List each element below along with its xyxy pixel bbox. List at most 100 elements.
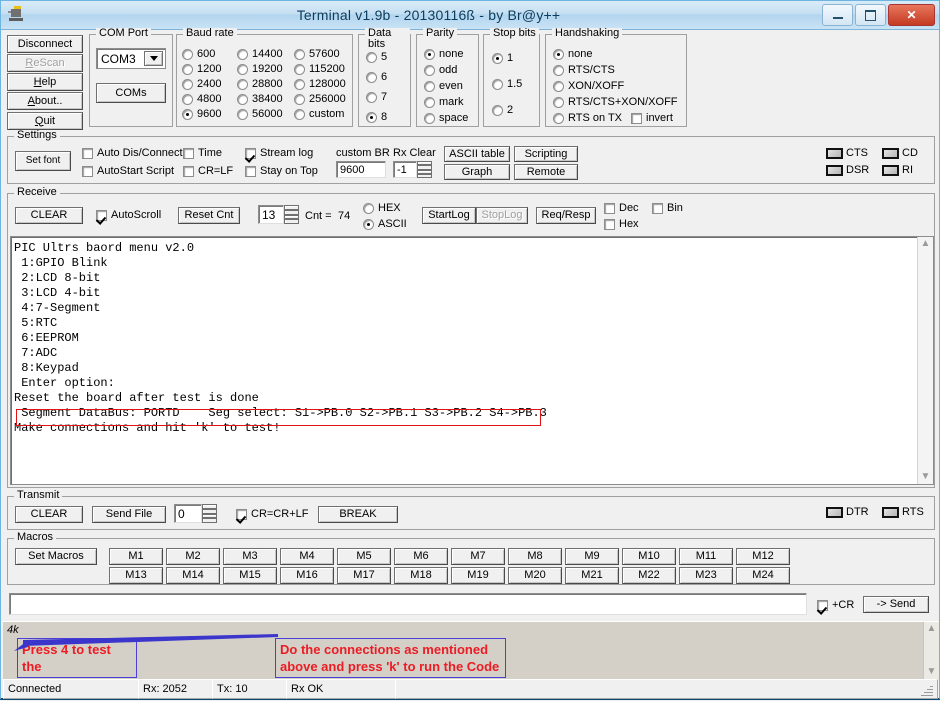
parity-even[interactable]: even — [424, 80, 463, 92]
cr-crlf-checkbox[interactable]: CR=CR+LF — [236, 508, 308, 520]
cnt-threshold-input[interactable]: 13 — [258, 205, 284, 224]
macro-button-m18[interactable]: M18 — [394, 567, 448, 584]
send-file-button[interactable]: Send File — [92, 506, 166, 523]
graph-button[interactable]: Graph — [444, 164, 510, 180]
macro-button-m10[interactable]: M10 — [622, 548, 676, 565]
com-port-select[interactable]: COM3 — [96, 48, 166, 69]
baud-2400[interactable]: 2400 — [182, 78, 221, 90]
macro-button-m7[interactable]: M7 — [451, 548, 505, 565]
set-macros-button[interactable]: Set Macros — [15, 548, 97, 565]
macro-button-m20[interactable]: M20 — [508, 567, 562, 584]
baud-57600[interactable]: 57600 — [294, 48, 340, 60]
macro-button-m19[interactable]: M19 — [451, 567, 505, 584]
send-button[interactable]: -> Send — [863, 596, 929, 613]
baud-9600[interactable]: 9600 — [182, 108, 221, 120]
macro-button-m17[interactable]: M17 — [337, 567, 391, 584]
stream-log-checkbox[interactable]: Stream log — [245, 147, 313, 159]
baud-256000[interactable]: 256000 — [294, 93, 346, 105]
baud-4800[interactable]: 4800 — [182, 93, 221, 105]
chevron-up-icon[interactable]: ▲ — [927, 622, 937, 636]
macro-button-m6[interactable]: M6 — [394, 548, 448, 565]
hex-checkbox[interactable]: Hex — [604, 218, 639, 230]
baud-600[interactable]: 600 — [182, 48, 215, 60]
macro-button-m5[interactable]: M5 — [337, 548, 391, 565]
baud-115200[interactable]: 115200 — [294, 63, 345, 75]
break-button[interactable]: BREAK — [318, 506, 398, 523]
macro-button-m13[interactable]: M13 — [109, 567, 163, 584]
data-bits-7[interactable]: 7 — [366, 91, 387, 103]
macro-button-m14[interactable]: M14 — [166, 567, 220, 584]
coms-button[interactable]: COMs — [96, 83, 166, 103]
data-bits-8[interactable]: 8 — [366, 111, 387, 123]
receive-hex-radio[interactable]: HEX — [363, 202, 401, 214]
baud-28800[interactable]: 28800 — [237, 78, 283, 90]
parity-odd[interactable]: odd — [424, 64, 457, 76]
custom-br-input[interactable]: 9600 — [336, 161, 386, 178]
req-resp-button[interactable]: Req/Resp — [536, 207, 596, 224]
cr-eq-lf-checkbox[interactable]: CR=LF — [183, 165, 233, 177]
macro-button-m16[interactable]: M16 — [280, 567, 334, 584]
handshaking-xon-xoff[interactable]: XON/XOFF — [553, 80, 624, 92]
resize-grip-icon[interactable] — [921, 684, 933, 696]
baud-56000[interactable]: 56000 — [237, 108, 283, 120]
macro-button-m3[interactable]: M3 — [223, 548, 277, 565]
baud-custom[interactable]: custom — [294, 108, 344, 120]
quit-button[interactable]: Quit — [7, 112, 83, 130]
reset-cnt-button[interactable]: Reset Cnt — [178, 207, 240, 224]
macro-button-m8[interactable]: M8 — [508, 548, 562, 565]
minimize-button[interactable] — [822, 4, 853, 26]
stop-bits-1[interactable]: 1 — [492, 52, 513, 64]
receive-clear-button[interactable]: CLEAR — [15, 207, 83, 224]
about-button[interactable]: About.. — [7, 92, 83, 110]
baud-14400[interactable]: 14400 — [237, 48, 283, 60]
handshaking-rts-on-tx[interactable]: RTS on TX — [553, 112, 622, 124]
stoplog-button[interactable]: StopLog — [476, 207, 528, 224]
terminal-scrollbar[interactable]: ▲ ▼ — [917, 237, 933, 484]
macro-button-m2[interactable]: M2 — [166, 548, 220, 565]
remote-button[interactable]: Remote — [514, 164, 578, 180]
rx-clear-stepper[interactable] — [417, 161, 432, 178]
cnt-threshold-stepper[interactable] — [284, 205, 299, 224]
handshaking-none[interactable]: none — [553, 48, 592, 60]
dec-checkbox[interactable]: Dec — [604, 202, 639, 214]
startlog-button[interactable]: StartLog — [422, 207, 476, 224]
scripting-button[interactable]: Scripting — [514, 146, 578, 162]
chevron-down-icon[interactable]: ▼ — [921, 470, 931, 484]
macro-button-m9[interactable]: M9 — [565, 548, 619, 565]
stop-bits-1-5[interactable]: 1.5 — [492, 78, 522, 90]
time-checkbox[interactable]: Time — [183, 147, 222, 159]
stop-bits-2[interactable]: 2 — [492, 104, 513, 116]
auto-dis-connect-checkbox[interactable]: Auto Dis/Connect — [82, 147, 183, 159]
autostart-script-checkbox[interactable]: AutoStart Script — [82, 165, 174, 177]
disconnect-button[interactable]: Disconnect — [7, 35, 83, 53]
transmit-clear-button[interactable]: CLEAR — [15, 506, 83, 523]
autoscroll-checkbox[interactable]: AutoScroll — [96, 209, 161, 221]
transmit-delay-stepper[interactable] — [202, 504, 217, 523]
baud-19200[interactable]: 19200 — [237, 63, 283, 75]
macro-button-m22[interactable]: M22 — [622, 567, 676, 584]
help-button[interactable]: Help — [7, 73, 83, 91]
macro-button-m15[interactable]: M15 — [223, 567, 277, 584]
macro-button-m21[interactable]: M21 — [565, 567, 619, 584]
handshaking-rts-cts-xon-xoff[interactable]: RTS/CTS+XON/XOFF — [553, 96, 678, 108]
terminal-output[interactable]: PIC Ultrs baord menu v2.0 1:GPIO Blink 2… — [10, 236, 934, 485]
data-bits-5[interactable]: 5 — [366, 51, 387, 63]
stay-on-top-checkbox[interactable]: Stay on Top — [245, 165, 318, 177]
macro-button-m4[interactable]: M4 — [280, 548, 334, 565]
annotation-scrollbar[interactable]: ▲ ▼ — [923, 622, 939, 679]
macro-button-m1[interactable]: M1 — [109, 548, 163, 565]
handshaking-invert-checkbox[interactable]: invert — [631, 112, 673, 124]
close-button[interactable]: ✕ — [888, 4, 935, 26]
data-bits-6[interactable]: 6 — [366, 71, 387, 83]
baud-38400[interactable]: 38400 — [237, 93, 283, 105]
receive-ascii-radio[interactable]: ASCII — [363, 218, 407, 230]
parity-none[interactable]: none — [424, 48, 463, 60]
ascii-table-button[interactable]: ASCII table — [444, 146, 510, 162]
macro-button-m23[interactable]: M23 — [679, 567, 733, 584]
transmit-delay-input[interactable]: 0 — [174, 504, 202, 523]
parity-mark[interactable]: mark — [424, 96, 463, 108]
rescan-button[interactable]: ReScan — [7, 54, 83, 72]
send-cr-checkbox[interactable]: +CR — [817, 599, 854, 611]
chevron-up-icon[interactable]: ▲ — [921, 237, 931, 251]
chevron-down-icon[interactable]: ▼ — [927, 665, 937, 679]
